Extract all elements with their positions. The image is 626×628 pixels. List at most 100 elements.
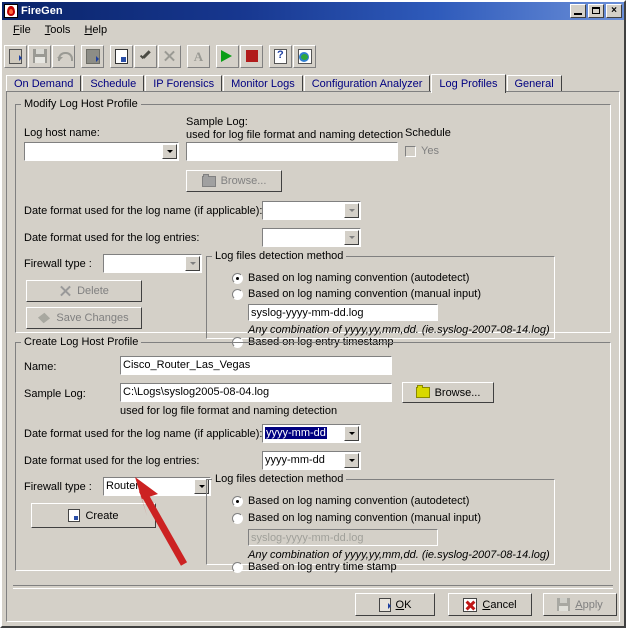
modify-date-format-name-label: Date format used for the log name (if ap…: [24, 205, 263, 217]
menu-help-label: elp: [92, 23, 108, 36]
toolbar-report-button[interactable]: [81, 44, 104, 68]
modify-schedule-label: Schedule: [405, 127, 451, 139]
save-floppy-icon: [557, 598, 571, 611]
modify-detection-legend: Log files detection method: [215, 250, 344, 262]
toolbar-save-button: [28, 44, 51, 68]
tab-ip-forensics[interactable]: IP Forensics: [145, 75, 223, 92]
ok-button[interactable]: OK: [355, 593, 435, 616]
toolbar-new-button[interactable]: [110, 44, 133, 68]
modify-radio-autodetect-label: Based on log naming convention (autodete…: [248, 272, 470, 284]
create-button[interactable]: Create: [31, 503, 156, 528]
create-sample-log-label: Sample Log:: [24, 388, 86, 400]
tab-configuration-analyzer[interactable]: Configuration Analyzer: [303, 75, 431, 92]
create-browse-button[interactable]: Browse...: [402, 382, 494, 403]
close-icon: ×: [611, 5, 617, 16]
create-date-format-name-label: Date format used for the log name (if ap…: [24, 428, 263, 440]
create-firewall-type-combo[interactable]: Router: [103, 477, 211, 496]
chevron-down-icon[interactable]: [344, 426, 359, 441]
create-radio-timestamp[interactable]: Based on log entry time stamp: [232, 561, 397, 573]
save-diamond-icon: [39, 312, 51, 324]
modify-save-changes-button: Save Changes: [26, 307, 142, 329]
radio-dot: [232, 272, 243, 284]
modify-log-host-profile-group: Modify Log Host Profile Log host name: S…: [15, 98, 611, 348]
toolbar-run-button[interactable]: [216, 44, 239, 68]
create-detection-legend: Log files detection method: [215, 473, 344, 485]
create-firewall-type-label: Firewall type :: [24, 481, 92, 493]
create-group-legend: Create Log Host Profile: [24, 336, 139, 348]
modify-radio-autodetect: Based on log naming convention (autodete…: [232, 272, 469, 284]
toolbar-exit-button[interactable]: [4, 44, 27, 68]
modify-date-format-name-combo: [262, 201, 361, 220]
toolbar-web-button[interactable]: [293, 44, 316, 68]
modify-sample-log-input[interactable]: [186, 142, 398, 161]
undo-icon: [56, 50, 73, 62]
menu-help[interactable]: Help: [77, 22, 114, 38]
toolbar-stop-button[interactable]: [240, 44, 263, 68]
modify-group-legend: Modify Log Host Profile: [24, 98, 138, 110]
title-bar: FireGen ×: [2, 2, 624, 20]
chevron-down-icon[interactable]: [344, 453, 359, 468]
modify-sample-log-label: Sample Log:: [186, 116, 248, 128]
create-date-format-name-combo[interactable]: yyyy-mm-dd: [262, 424, 361, 443]
divider: [13, 585, 613, 589]
close-button[interactable]: ×: [606, 4, 622, 18]
create-name-label: Name:: [24, 361, 57, 373]
radio-dot: [232, 495, 243, 507]
tab-log-profiles[interactable]: Log Profiles: [431, 74, 506, 93]
apply-button-label: Apply: [575, 598, 603, 611]
toolbar: A: [2, 40, 624, 72]
menu-tools[interactable]: Tools: [38, 22, 78, 38]
tab-general[interactable]: General: [506, 75, 562, 92]
cancel-button-label: Cancel: [482, 598, 517, 611]
radio-dot: [232, 561, 243, 573]
tab-on-demand[interactable]: On Demand: [6, 75, 82, 92]
window-title: FireGen: [21, 5, 63, 17]
minimize-button[interactable]: [570, 4, 586, 18]
web-update-icon: [297, 48, 312, 64]
create-sample-log-sublabel: used for log file format and naming dete…: [120, 405, 338, 417]
radio-dot: [232, 512, 243, 524]
create-detection-hint: Any combination of yyyy,yy,mm,dd. (ie.sy…: [248, 549, 550, 561]
toolbar-undo-button: [52, 44, 75, 68]
tab-strip: On Demand Schedule IP Forensics Monitor …: [2, 72, 624, 93]
radio-dot: [232, 288, 243, 300]
create-radio-manual-label: Based on log naming convention (manual i…: [248, 512, 481, 524]
flame-icon: [4, 4, 18, 18]
maximize-button[interactable]: [588, 4, 604, 18]
modify-delete-label: Delete: [77, 285, 109, 297]
tab-schedule[interactable]: Schedule: [82, 75, 145, 92]
modify-firewall-type-label: Firewall type :: [24, 258, 92, 270]
checkbox-box: [405, 145, 416, 157]
modify-date-format-entries-label: Date format used for the log entries:: [24, 232, 200, 244]
menu-tools-label: ools: [50, 23, 71, 36]
create-button-label: Create: [85, 509, 119, 522]
window-controls: ×: [570, 4, 622, 18]
create-radio-timestamp-label: Based on log entry time stamp: [248, 561, 397, 573]
text-format-icon: A: [193, 48, 204, 64]
toolbar-apply-button[interactable]: [134, 44, 157, 68]
folder-icon: [201, 173, 216, 187]
chevron-down-icon: [344, 203, 359, 218]
delete-x-icon: [163, 50, 176, 63]
create-name-input[interactable]: Cisco_Router_Las_Vegas: [120, 356, 392, 375]
cancel-button[interactable]: Cancel: [448, 593, 532, 616]
toolbar-text-button: A: [187, 44, 210, 68]
tab-monitor-logs[interactable]: Monitor Logs: [223, 75, 303, 92]
help-icon: [274, 48, 287, 64]
create-radio-autodetect[interactable]: Based on log naming convention (autodete…: [232, 495, 469, 507]
create-radio-manual[interactable]: Based on log naming convention (manual i…: [232, 512, 481, 524]
apply-button: Apply: [543, 593, 617, 616]
save-icon: [32, 49, 47, 63]
toolbar-help-button[interactable]: [269, 44, 292, 68]
new-document-icon: [68, 509, 81, 522]
create-date-format-entries-combo[interactable]: yyyy-mm-dd: [262, 451, 361, 470]
modify-detection-method-group: Log files detection method Based on log …: [206, 250, 555, 348]
modify-firewall-type-combo: [103, 254, 202, 273]
menu-file[interactable]: File: [6, 22, 38, 38]
run-play-icon: [221, 50, 238, 62]
modify-schedule-yes-checkbox: Yes: [405, 145, 439, 157]
chevron-down-icon[interactable]: [162, 144, 177, 159]
create-sample-log-input[interactable]: C:\Logs\syslog2005-08-04.log: [120, 383, 392, 402]
modify-log-host-name-combo[interactable]: [24, 142, 179, 161]
create-detection-method-group: Log files detection method Based on log …: [206, 473, 555, 573]
